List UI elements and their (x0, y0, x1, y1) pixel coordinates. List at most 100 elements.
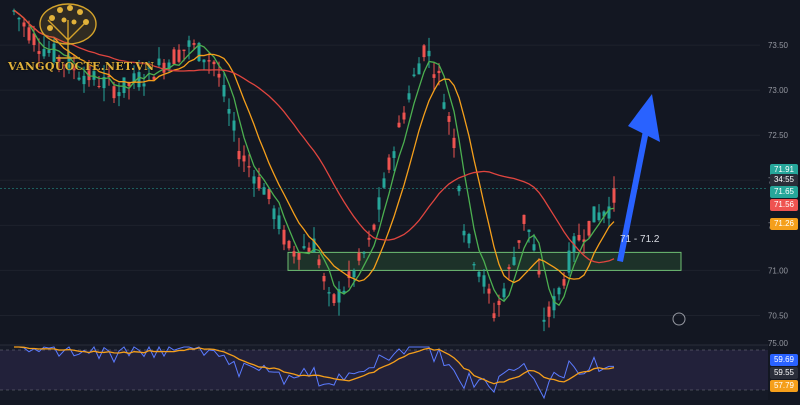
candle-body (317, 259, 321, 266)
candle-body (507, 267, 511, 270)
candle-body (222, 85, 226, 97)
y-tick-label: 73.50 (768, 41, 789, 50)
candle-body (257, 177, 261, 189)
replay-icon (672, 312, 686, 326)
candle-body (302, 246, 306, 249)
price-tag: 71.56 (770, 199, 798, 211)
candle-body (322, 275, 326, 282)
site-name: VANGQUOCTE.NET.VN (8, 60, 155, 73)
candle-body (117, 92, 121, 97)
candle-body (472, 264, 476, 266)
candle-body (477, 271, 481, 277)
candle-body (142, 83, 146, 87)
rsi-tag: 59.55 (770, 367, 798, 379)
candle-body (607, 206, 611, 219)
rsi-tick-label: 75.00 (768, 339, 789, 348)
candle-body (357, 252, 361, 261)
candle-body (162, 62, 166, 73)
candle-body (412, 74, 416, 77)
candle-body (227, 108, 231, 114)
candle-body (597, 212, 601, 221)
rsi-tag: 57.79 (770, 380, 798, 392)
candle-body (592, 206, 596, 223)
candle-body (287, 240, 291, 249)
candle-body (252, 176, 256, 184)
candle-body (567, 250, 571, 273)
candle-body (177, 49, 181, 62)
candle-body (447, 116, 451, 122)
candle-body (237, 150, 241, 160)
candle-body (272, 208, 276, 220)
y-tick-label: 71.00 (768, 266, 789, 275)
candle-body (377, 197, 381, 210)
candle-body (612, 188, 616, 203)
candle-body (282, 229, 286, 245)
candle-body (327, 292, 331, 294)
price-tag: 34:55 (770, 174, 798, 186)
candle-body (487, 288, 491, 294)
candle-body (217, 73, 221, 78)
candle-body (537, 270, 541, 275)
candle-body (517, 240, 521, 243)
candle-body (292, 251, 296, 257)
candle-body (137, 72, 141, 88)
candle-body (112, 86, 116, 99)
candle-body (207, 60, 211, 62)
y-tick-label: 73.00 (768, 86, 789, 95)
candle-body (482, 275, 486, 287)
candle-body (157, 58, 161, 66)
price-tag: 71.65 (770, 186, 798, 198)
candle-body (402, 112, 406, 120)
candle-body (427, 50, 431, 57)
candle-body (362, 252, 366, 254)
candle-body (242, 155, 246, 162)
candle-body (527, 229, 531, 233)
candle-body (417, 63, 421, 75)
candle-body (547, 306, 551, 317)
candle-body (467, 233, 471, 244)
candle-body (212, 61, 216, 65)
candle-body (192, 43, 196, 45)
candle-body (557, 287, 561, 295)
candle-body (522, 214, 526, 224)
candle-body (352, 270, 356, 278)
candle-body (497, 300, 501, 305)
candle-body (432, 74, 436, 78)
y-tick-label: 72.50 (768, 131, 789, 140)
candle-body (247, 166, 251, 168)
candle-body (187, 40, 191, 47)
candle-body (492, 313, 496, 319)
rsi-tag: 59.69 (770, 354, 798, 366)
candle-body (392, 151, 396, 158)
candle-body (422, 45, 426, 58)
candle-body (502, 288, 506, 298)
candle-body (297, 252, 301, 260)
candle-body (462, 230, 466, 236)
candle-body (172, 49, 176, 65)
rsi-band (0, 350, 768, 390)
candle-body (577, 234, 581, 241)
candle-body (332, 294, 336, 304)
candle-body (372, 224, 376, 230)
candle-body (452, 137, 456, 149)
candle-body (202, 59, 206, 63)
candle-body (407, 93, 411, 100)
candle-body (442, 102, 446, 109)
candle-body (382, 178, 386, 188)
candle-body (182, 49, 186, 52)
price-tag: 71.26 (770, 218, 798, 230)
candle-body (437, 70, 441, 74)
candle-body (97, 85, 101, 87)
candle-body (277, 215, 281, 229)
candle-body (397, 122, 401, 128)
candle-body (587, 220, 591, 236)
candle-body (562, 279, 566, 286)
candle-body (232, 120, 236, 131)
candle-body (512, 257, 516, 265)
candle-body (532, 244, 536, 251)
candle-body (387, 157, 391, 170)
candle-body (307, 247, 311, 252)
candle-body (542, 319, 546, 322)
y-tick-label: 70.50 (768, 311, 789, 320)
support-zone-label: 71 - 71.2 (620, 234, 660, 245)
